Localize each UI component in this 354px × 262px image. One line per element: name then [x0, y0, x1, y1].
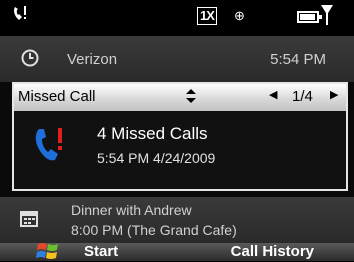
calendar-appointment-row[interactable]: Dinner with Andrew 8:00 PM (The Grand Ca…: [0, 197, 354, 243]
today-screen: 1X ⊕ Verizon 5:54 PM Missed Call ◀ 1/4 ▶: [0, 0, 354, 261]
appointment-title: Dinner with Andrew: [71, 202, 192, 218]
missed-call-count: 4 Missed Calls: [97, 124, 208, 143]
signal-icon[interactable]: [320, 4, 334, 26]
missed-call-notification[interactable]: Missed Call ◀ 1/4 ▶ 4 Missed Calls 5:54 …: [12, 82, 348, 191]
next-arrow-icon[interactable]: ▶: [330, 88, 338, 101]
clock-icon: [21, 49, 39, 67]
softkey-bar: Start Call History: [0, 243, 354, 261]
battery-icon[interactable]: [297, 11, 322, 23]
missed-call-icon[interactable]: [12, 5, 28, 23]
missed-call-phone-icon: [35, 128, 62, 161]
notification-title: Missed Call: [18, 88, 96, 105]
up-down-icon[interactable]: [184, 88, 198, 104]
status-bar: 1X ⊕: [0, 0, 354, 36]
current-time: 5:54 PM: [270, 51, 326, 68]
start-softkey[interactable]: Start: [84, 243, 118, 260]
notification-header: Missed Call ◀ 1/4 ▶: [14, 84, 346, 111]
call-history-softkey[interactable]: Call History: [231, 243, 314, 260]
previous-arrow-icon[interactable]: ◀: [269, 88, 277, 101]
roaming-icon: ⊕: [234, 8, 245, 23]
network-1x-icon[interactable]: 1X: [197, 7, 217, 25]
windows-logo-icon[interactable]: [36, 240, 60, 262]
notification-pager: 1/4: [292, 88, 313, 105]
carrier-name: Verizon: [67, 51, 118, 68]
calendar-icon: [20, 211, 38, 227]
appointment-time-location: 8:00 PM (The Grand Cafe): [71, 222, 237, 238]
owner-row[interactable]: Verizon 5:54 PM: [0, 36, 354, 82]
missed-call-timestamp: 5:54 PM 4/24/2009: [97, 150, 216, 166]
